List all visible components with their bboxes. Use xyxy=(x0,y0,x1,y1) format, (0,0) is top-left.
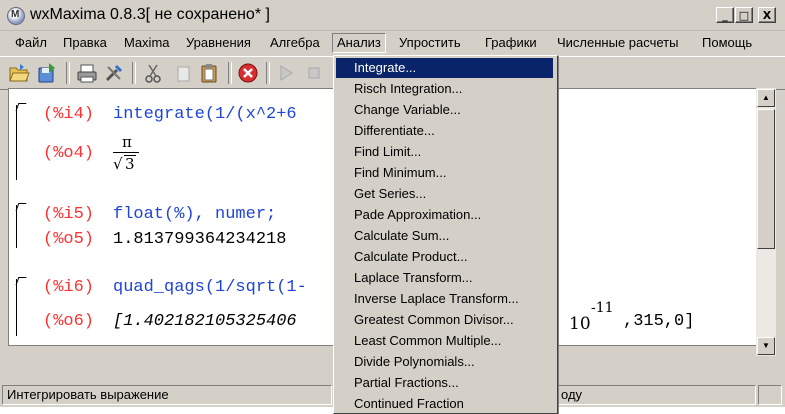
menu-edit[interactable]: Правка xyxy=(59,34,111,52)
close-button[interactable]: X xyxy=(758,7,776,23)
output-label: (%o6) xyxy=(43,312,95,331)
status-panel-right: оду xyxy=(556,385,756,405)
cell-bracket-top xyxy=(15,103,27,111)
menu-item-pade-approximation[interactable]: Pade Approximation... xyxy=(336,205,553,225)
cell-bracket[interactable] xyxy=(16,279,23,336)
menu-item-divide-polynomials[interactable]: Divide Polynomials... xyxy=(336,352,553,372)
menu-analysis[interactable]: Анализ xyxy=(332,33,386,53)
menu-item-get-series[interactable]: Get Series... xyxy=(336,184,553,204)
sqrt-sign: √ xyxy=(113,155,123,173)
output-label: (%o5) xyxy=(43,230,95,249)
input-expression[interactable]: float(%), numer; xyxy=(113,205,276,224)
menu-item-find-limit[interactable]: Find Limit... xyxy=(336,142,553,162)
scroll-down-icon[interactable]: ▼ xyxy=(757,337,775,355)
play-icon[interactable] xyxy=(275,62,297,84)
output-label: (%o4) xyxy=(43,144,95,163)
input-label: (%i4) xyxy=(43,105,95,124)
output-denominator: 3 xyxy=(124,155,136,173)
menu-item-calculate-sum[interactable]: Calculate Sum... xyxy=(336,226,553,246)
config-icon[interactable] xyxy=(103,62,125,84)
menu-algebra[interactable]: Алгебра xyxy=(266,34,324,52)
menu-simplify[interactable]: Упростить xyxy=(395,34,465,52)
menu-maxima[interactable]: Maxima xyxy=(120,34,174,52)
input-label: (%i6) xyxy=(43,278,95,297)
status-message: Интегрировать выражение xyxy=(2,385,332,405)
analysis-dropdown-menu: Integrate... Risch Integration... Change… xyxy=(333,55,558,414)
menu-item-calculate-product[interactable]: Calculate Product... xyxy=(336,247,553,267)
print-icon[interactable] xyxy=(76,62,98,84)
output-value-end: ,315,0] xyxy=(623,312,695,331)
menu-item-find-minimum[interactable]: Find Minimum... xyxy=(336,163,553,183)
toolbar-separator xyxy=(266,62,270,84)
title-bar[interactable]: M wxMaxima 0.8.3[ не сохранено* ] _ □ X xyxy=(0,0,785,31)
menu-bar: Файл Правка Maxima Уравнения Алгебра Ана… xyxy=(0,31,785,55)
cell-bracket[interactable] xyxy=(16,205,23,248)
cell-bracket-top xyxy=(15,203,27,211)
scroll-up-icon[interactable]: ▲ xyxy=(757,89,775,107)
toolbar-separator xyxy=(228,62,232,84)
toolbar-separator xyxy=(132,62,136,84)
interrupt-icon[interactable] xyxy=(237,62,259,84)
input-label: (%i5) xyxy=(43,205,95,224)
menu-item-risch-integration[interactable]: Risch Integration... xyxy=(336,79,553,99)
app-window: M wxMaxima 0.8.3[ не сохранено* ] _ □ X … xyxy=(0,0,785,414)
maximize-button[interactable]: □ xyxy=(735,7,753,23)
menu-item-differentiate[interactable]: Differentiate... xyxy=(336,121,553,141)
output-value: [1.402182105325406 xyxy=(113,312,297,331)
open-folder-icon[interactable] xyxy=(8,62,30,84)
menu-file[interactable]: Файл xyxy=(11,34,51,52)
output-power-base: 10 xyxy=(569,314,591,334)
vertical-scrollbar[interactable]: ▲ ▼ xyxy=(756,88,776,356)
window-title: wxMaxima 0.8.3[ не сохранено* ] xyxy=(30,6,270,23)
cell-bracket[interactable] xyxy=(16,105,23,180)
input-expression[interactable]: integrate(1/(x^2+6 xyxy=(113,105,297,124)
input-expression[interactable]: quad_qags(1/sqrt(1- xyxy=(113,278,307,297)
menu-equations[interactable]: Уравнения xyxy=(182,34,255,52)
menu-numeric[interactable]: Численные расчеты xyxy=(553,34,682,52)
stop-icon[interactable] xyxy=(303,62,325,84)
wxmaxima-app-icon[interactable]: M xyxy=(7,7,25,25)
menu-item-integrate[interactable]: Integrate... xyxy=(336,58,553,78)
copy-icon[interactable] xyxy=(172,62,194,84)
menu-item-lcm[interactable]: Least Common Multiple... xyxy=(336,331,553,351)
menu-item-inverse-laplace[interactable]: Inverse Laplace Transform... xyxy=(336,289,553,309)
menu-item-continued-fraction[interactable]: Continued Fraction xyxy=(336,394,553,414)
toolbar-separator xyxy=(66,62,70,84)
output-numerator: π xyxy=(122,133,132,151)
menu-item-laplace-transform[interactable]: Laplace Transform... xyxy=(336,268,553,288)
output-value: 1.813799364234218 xyxy=(113,230,287,249)
output-exponent: -11 xyxy=(591,300,614,316)
menu-plots[interactable]: Графики xyxy=(481,34,541,52)
menu-item-partial-fractions[interactable]: Partial Fractions... xyxy=(336,373,553,393)
resize-grip[interactable] xyxy=(758,385,782,405)
cut-icon[interactable] xyxy=(142,62,164,84)
minimize-button[interactable]: _ xyxy=(716,7,734,23)
scroll-thumb[interactable] xyxy=(757,109,775,249)
menu-help[interactable]: Помощь xyxy=(698,34,756,52)
paste-icon[interactable] xyxy=(198,62,220,84)
save-icon[interactable] xyxy=(36,62,58,84)
cell-bracket-top xyxy=(15,277,27,285)
menu-item-change-variable[interactable]: Change Variable... xyxy=(336,100,553,120)
menu-item-gcd[interactable]: Greatest Common Divisor... xyxy=(336,310,553,330)
fraction-bar xyxy=(113,152,139,153)
